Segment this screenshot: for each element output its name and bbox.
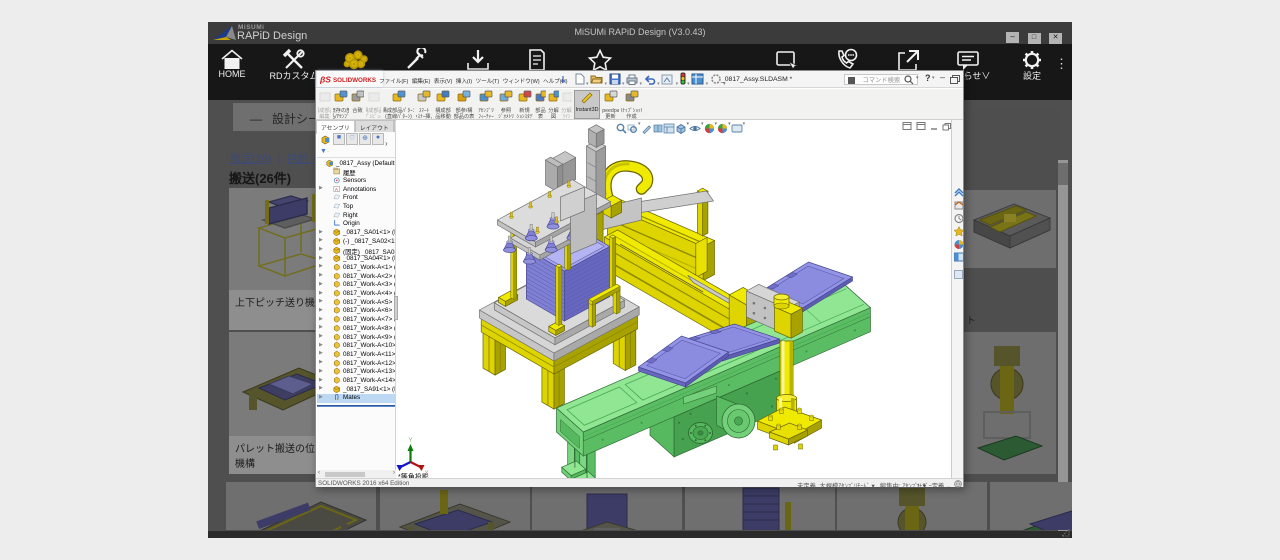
svg-text:SOLIDWORKS: SOLIDWORKS (333, 77, 376, 84)
svg-text:Y: Y (409, 438, 413, 444)
svg-text:βS: βS (320, 75, 331, 85)
